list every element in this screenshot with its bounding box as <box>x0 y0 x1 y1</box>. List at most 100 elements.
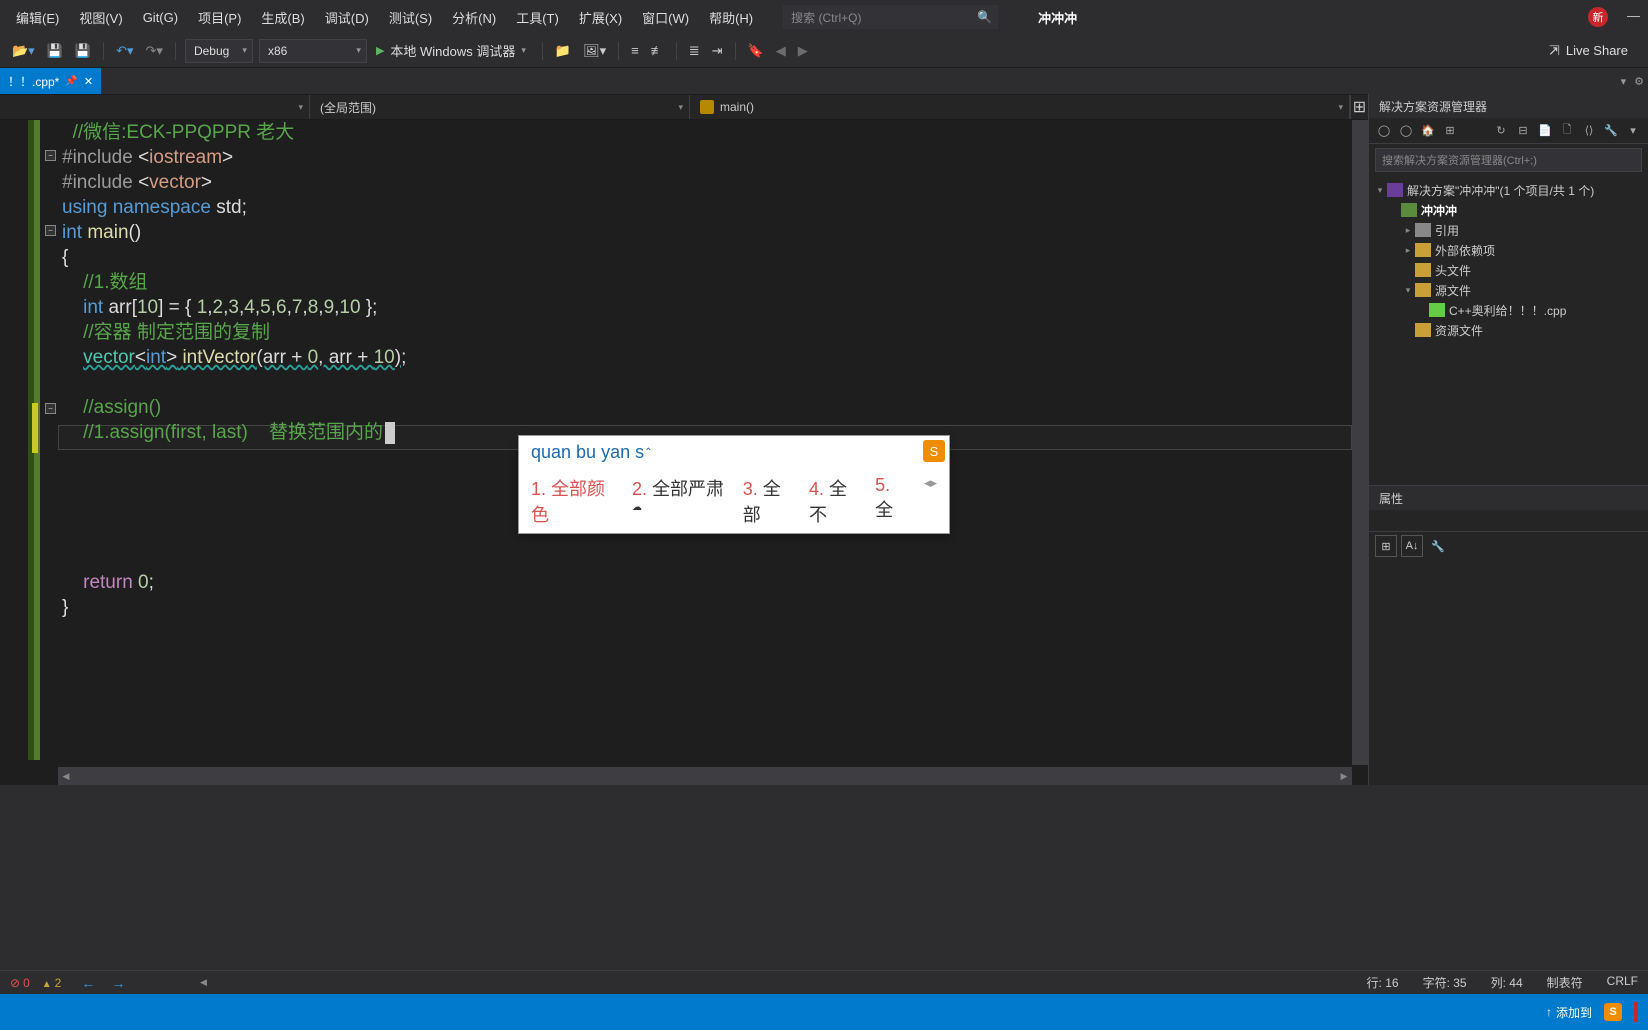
tree-item[interactable]: ▾源文件 <box>1369 280 1648 300</box>
scroll-right-icon[interactable]: ▶ <box>1336 771 1352 782</box>
expand-icon[interactable]: ▾ <box>1401 285 1415 296</box>
status-line[interactable]: 行: 16 <box>1367 974 1399 991</box>
solution-icon <box>1387 183 1403 197</box>
tab-dropdown-icon[interactable]: ▾ <box>1617 75 1631 88</box>
solution-root[interactable]: ▾ 解决方案"冲冲冲"(1 个项目/共 1 个) <box>1369 180 1648 200</box>
alpha-sort-icon[interactable]: A↓ <box>1401 535 1423 557</box>
fold-toggle[interactable]: − <box>45 403 56 414</box>
open-file-button[interactable]: 📂▾ <box>6 39 41 63</box>
solution-search-input[interactable]: 搜索解决方案资源管理器(Ctrl+;) <box>1375 148 1642 172</box>
status-eol[interactable]: CRLF <box>1607 974 1638 991</box>
menu-help[interactable]: 帮助(H) <box>699 2 763 33</box>
save-button[interactable]: 💾 <box>41 39 69 63</box>
close-tab-icon[interactable]: ✕ <box>84 75 93 88</box>
redo-button[interactable]: ↷▾ <box>140 39 169 63</box>
menu-view[interactable]: 视图(V) <box>69 2 132 33</box>
fold-toggle[interactable]: − <box>45 150 56 161</box>
gear-icon[interactable]: ⚙ <box>1630 75 1648 88</box>
switch-view-icon[interactable]: ⊞ <box>1441 122 1459 140</box>
nav-project-dropdown[interactable] <box>0 95 310 119</box>
nav-function-dropdown[interactable]: main() <box>690 95 1350 119</box>
categorize-icon[interactable]: ⊞ <box>1375 535 1397 557</box>
tree-item[interactable]: ▸外部依赖项 <box>1369 240 1648 260</box>
ime-cand-4[interactable]: 4. 全不 <box>809 475 863 527</box>
scroll-left-icon[interactable]: ◀ <box>200 977 207 988</box>
ime-candidates[interactable]: 1. 全部颜色 2. 全部严肃☁ 3. 全部 4. 全不 5. 全 ◂▸ <box>519 469 949 533</box>
menu-build[interactable]: 生成(B) <box>251 2 314 33</box>
menu-tools[interactable]: 工具(T) <box>506 2 569 33</box>
nav-back-icon[interactable]: ← <box>81 975 95 991</box>
menu-edit[interactable]: 编辑(E) <box>6 2 69 33</box>
menu-analyze[interactable]: 分析(N) <box>442 2 506 33</box>
vertical-scrollbar[interactable] <box>1352 120 1368 765</box>
config-dropdown[interactable]: Debug <box>185 39 253 63</box>
new-folder-icon[interactable]: 📁 <box>549 39 577 63</box>
undo-button[interactable]: ↶▾ <box>110 39 139 63</box>
next-bookmark-icon[interactable]: ▶ <box>792 39 814 63</box>
separator <box>676 42 677 60</box>
format-icon[interactable]: ≣ <box>683 39 706 63</box>
file-tab[interactable]: ！！.cpp* 📌 ✕ <box>0 68 101 94</box>
add-to-source-control[interactable]: ↑ 添加到 <box>1546 1004 1592 1021</box>
ime-cand-1[interactable]: 1. 全部颜色 <box>531 475 620 527</box>
quick-search-input[interactable]: 搜索 (Ctrl+Q) 🔍 <box>783 5 998 29</box>
horizontal-scrollbar[interactable]: ◀ ▶ <box>58 767 1352 785</box>
ime-cand-3[interactable]: 3. 全部 <box>743 475 797 527</box>
sogou-ime-icon[interactable]: S <box>1604 1003 1622 1021</box>
prev-bookmark-icon[interactable]: ◀ <box>770 39 792 63</box>
status-tab[interactable]: 制表符 <box>1547 974 1583 991</box>
tree-item[interactable]: 冲冲冲 <box>1369 200 1648 220</box>
tree-item[interactable]: 头文件 <box>1369 260 1648 280</box>
scroll-left-icon[interactable]: ◀ <box>58 771 74 782</box>
collapse-icon[interactable]: ⊟ <box>1514 122 1532 140</box>
menu-git[interactable]: Git(G) <box>133 4 188 31</box>
new-badge[interactable]: 新 <box>1588 7 1608 27</box>
menu-debug[interactable]: 调试(D) <box>315 2 379 33</box>
status-col[interactable]: 列: 44 <box>1491 974 1523 991</box>
minimize-button[interactable]: — <box>1627 8 1640 23</box>
nav-scope-dropdown[interactable]: (全局范围) <box>310 95 690 119</box>
uncomment-icon[interactable]: ≢ <box>645 39 670 63</box>
forward-icon[interactable]: ◯ <box>1397 122 1415 140</box>
platform-dropdown[interactable]: x86 <box>259 39 367 63</box>
home-icon[interactable]: 🏠 <box>1419 122 1437 140</box>
pin-panel-icon[interactable]: ▾ <box>1624 122 1642 140</box>
comment-icon[interactable]: ≡ <box>625 39 645 63</box>
menu-test[interactable]: 测试(S) <box>379 2 442 33</box>
expand-icon[interactable]: ▸ <box>1401 225 1415 236</box>
properties-icon[interactable]: 🗋 <box>1558 122 1576 140</box>
notification-icon[interactable] <box>1634 1002 1638 1022</box>
ime-cand-5[interactable]: 5. 全 <box>875 475 912 527</box>
tree-item[interactable]: C++奥利给！！！.cpp <box>1369 300 1648 320</box>
status-char[interactable]: 字符: 35 <box>1423 974 1467 991</box>
props-wrench-icon[interactable]: 🔧 <box>1427 535 1449 557</box>
expand-icon[interactable]: ▾ <box>1373 185 1387 196</box>
ime-nav-icon[interactable]: ◂▸ <box>924 475 937 527</box>
menu-project[interactable]: 项目(P) <box>188 2 251 33</box>
preview-icon[interactable]: ⟨⟩ <box>1580 122 1598 140</box>
liveshare-button[interactable]: Live Share <box>1549 43 1628 59</box>
code-editor[interactable]: − − − //微信:ECK-PPQPPR 老大#include <iostre… <box>0 120 1368 785</box>
tree-item[interactable]: ▸引用 <box>1369 220 1648 240</box>
show-all-icon[interactable]: 📄 <box>1536 122 1554 140</box>
menu-window[interactable]: 窗口(W) <box>632 2 699 33</box>
bookmark-icon[interactable]: 🔖 <box>742 39 770 63</box>
save-all-button[interactable]: 💾 <box>69 39 97 63</box>
split-icon[interactable]: ⊞ <box>1350 95 1368 119</box>
fold-toggle[interactable]: − <box>45 225 56 236</box>
refresh-icon[interactable]: ↻ <box>1492 122 1510 140</box>
properties-toolbar: ⊞ A↓ 🔧 <box>1369 532 1648 560</box>
warning-count[interactable]: 2 <box>42 976 62 990</box>
run-debugger-button[interactable]: ▶本地 Windows 调试器 <box>370 39 536 63</box>
ime-cand-2[interactable]: 2. 全部严肃☁ <box>632 475 731 527</box>
error-count[interactable]: 0 <box>10 976 30 990</box>
back-icon[interactable]: ◯ <box>1375 122 1393 140</box>
nav-forward-icon[interactable]: → <box>111 975 125 991</box>
menu-extensions[interactable]: 扩展(X) <box>569 2 632 33</box>
indent-icon[interactable]: ⇥ <box>706 39 729 63</box>
expand-icon[interactable]: ▸ <box>1401 245 1415 256</box>
wrench-icon[interactable]: 🔧 <box>1602 122 1620 140</box>
pin-icon[interactable]: 📌 <box>65 76 77 87</box>
tree-item[interactable]: 资源文件 <box>1369 320 1648 340</box>
image-icon[interactable]: 🖼▾ <box>577 39 612 63</box>
